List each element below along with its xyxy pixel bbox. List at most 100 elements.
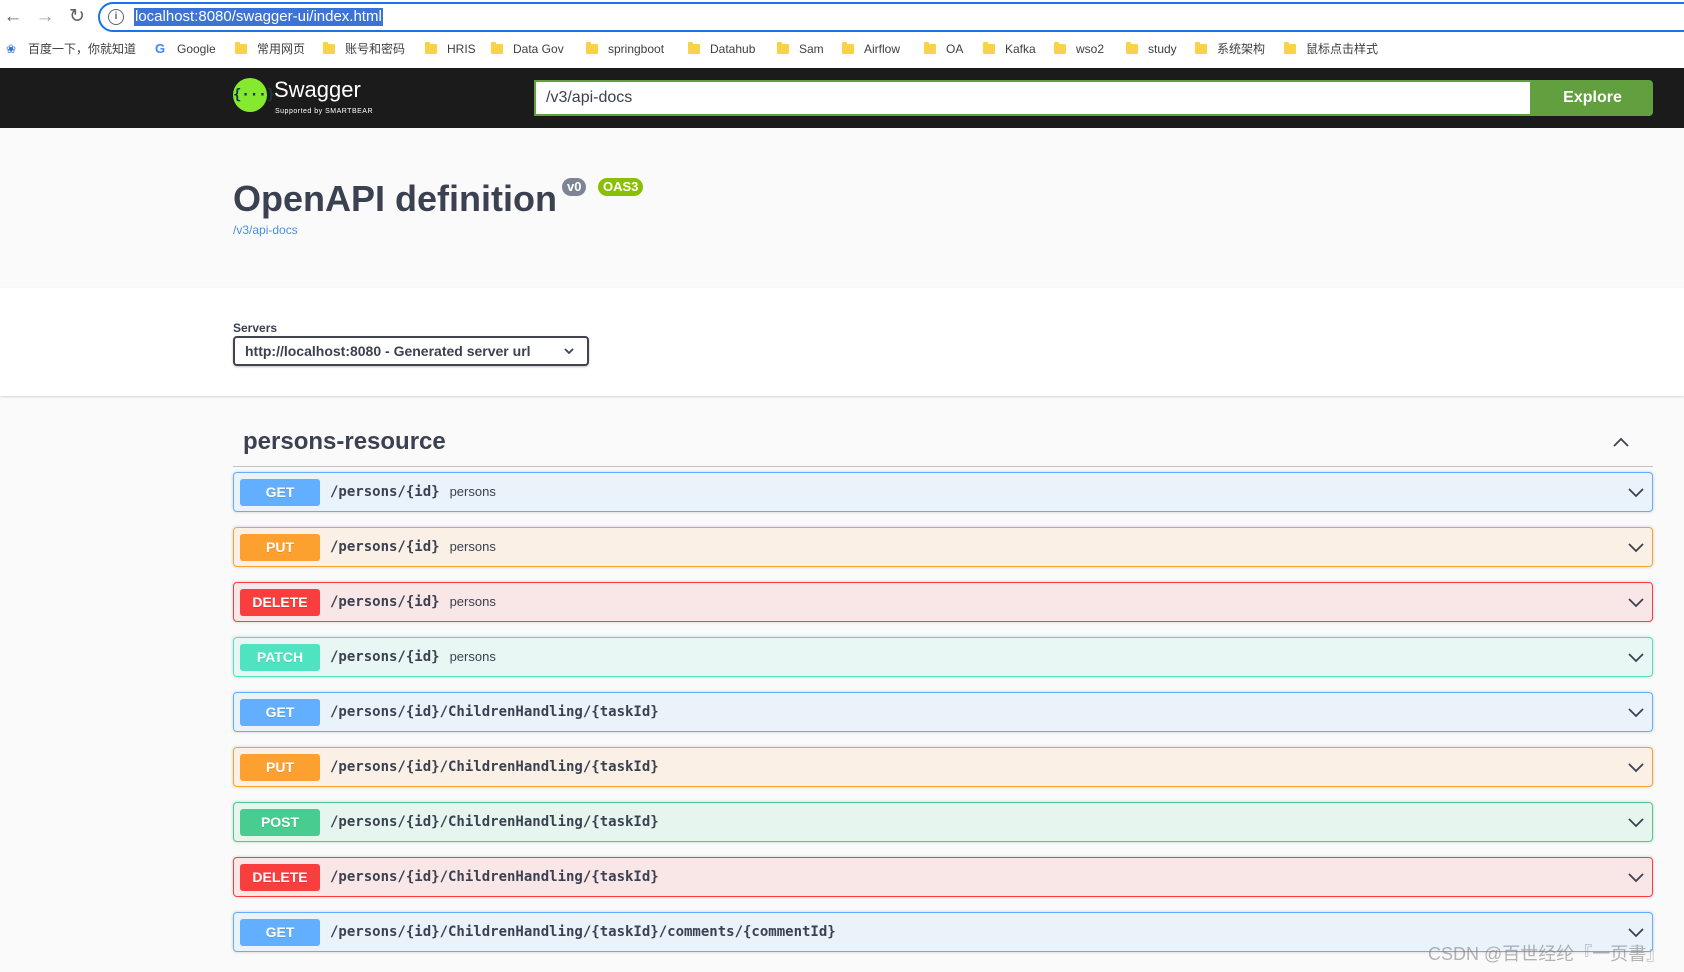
- bookmark-label: Google: [177, 42, 216, 56]
- swagger-logo-text[interactable]: Swagger: [274, 78, 361, 102]
- bookmark-label: Datahub: [710, 42, 756, 56]
- watermark-text: CSDN @百世经纶『一页書』: [1428, 944, 1665, 964]
- folder-icon: [1284, 42, 1296, 54]
- servers-select[interactable]: http://localhost:8080 - Generated server…: [233, 336, 589, 366]
- http-method-badge: GET: [240, 919, 320, 946]
- arrow-right-icon[interactable]: →: [34, 6, 56, 28]
- chevron-down-icon[interactable]: [1626, 757, 1646, 777]
- explore-url-input[interactable]: /v3/api-docs: [534, 80, 1532, 116]
- bookmark-label: 常用网页: [257, 42, 306, 56]
- chevron-down-icon[interactable]: [1626, 592, 1646, 612]
- http-method-badge: PUT: [240, 754, 320, 781]
- browser-chrome: ← → ↻ i localhost:8080/swagger-ui/index.…: [0, 0, 1684, 68]
- operation-delete[interactable]: DELETE/persons/{id} persons: [233, 582, 1653, 622]
- bookmark-label: 账号和密码: [345, 42, 406, 56]
- http-method-badge: PATCH: [240, 644, 320, 671]
- bookmark-item[interactable]: HRIS: [425, 41, 476, 57]
- operation-summary: persons: [449, 649, 496, 664]
- servers-label: Servers: [233, 321, 278, 335]
- address-url[interactable]: localhost:8080/swagger-ui/index.html: [134, 8, 383, 26]
- bookmark-label: springboot: [608, 42, 665, 56]
- operation-put[interactable]: PUT/persons/{id} persons: [233, 527, 1653, 567]
- bookmark-item[interactable]: G Google: [155, 41, 216, 57]
- operation-path: /persons/{id}/ChildrenHandling/{taskId}: [330, 869, 659, 885]
- http-method-badge: POST: [240, 809, 320, 836]
- api-info: OpenAPI definition v0 OAS3 /v3/api-docs: [0, 128, 1684, 288]
- spec-badge: OAS3: [598, 178, 644, 196]
- tag-name: persons-resource: [243, 428, 446, 455]
- bookmark-label: study: [1148, 42, 1177, 56]
- bookmark-item[interactable]: Sam: [777, 41, 824, 57]
- bookmark-item[interactable]: Kafka: [983, 41, 1036, 57]
- operation-path: /persons/{id}: [330, 484, 440, 500]
- bookmark-item[interactable]: OA: [924, 41, 963, 57]
- folder-icon: [842, 42, 854, 54]
- bookmark-label: HRIS: [447, 42, 476, 56]
- bookmark-item[interactable]: 常用网页: [235, 41, 305, 57]
- bookmark-item[interactable]: 系统架构: [1195, 41, 1265, 57]
- arrow-left-icon[interactable]: ←: [2, 6, 24, 28]
- chevron-down-icon[interactable]: [1626, 922, 1646, 942]
- address-bar[interactable]: i localhost:8080/swagger-ui/index.html: [98, 2, 1684, 32]
- folder-icon: [235, 42, 247, 54]
- operation-get[interactable]: GET/persons/{id}/ChildrenHandling/{taskI…: [233, 692, 1653, 732]
- http-method-badge: DELETE: [240, 589, 320, 616]
- chevron-down-icon[interactable]: [1626, 537, 1646, 557]
- operation-path: /persons/{id}: [330, 649, 440, 665]
- operation-delete[interactable]: DELETE/persons/{id}/ChildrenHandling/{ta…: [233, 857, 1653, 897]
- folder-icon: [425, 42, 437, 54]
- swagger-logo-icon[interactable]: {···}: [233, 78, 275, 112]
- bookmark-item[interactable]: Airflow: [842, 41, 900, 57]
- folder-icon: [983, 42, 995, 54]
- chevron-down-icon[interactable]: [1626, 482, 1646, 502]
- operation-summary: persons: [449, 539, 496, 554]
- operation-get[interactable]: GET/persons/{id} persons: [233, 472, 1653, 512]
- info-icon[interactable]: i: [108, 9, 124, 25]
- reload-icon[interactable]: ↻: [66, 6, 88, 28]
- chevron-up-icon[interactable]: [1611, 432, 1631, 452]
- bookmark-item[interactable]: Datahub: [688, 41, 755, 57]
- folder-icon: [586, 42, 598, 54]
- bookmark-item[interactable]: wso2: [1054, 41, 1104, 57]
- bookmarks-bar: ❀ 百度一下，你就知道 G Google 常用网页 账号和密码 HRIS Data Gov sp…: [0, 38, 1684, 60]
- http-method-badge: GET: [240, 479, 320, 506]
- bookmark-item[interactable]: study: [1126, 41, 1177, 57]
- chevron-down-icon[interactable]: [1626, 647, 1646, 667]
- swagger-topbar: {···} Swagger Supported by SMARTBEAR /v3…: [0, 68, 1684, 128]
- chevron-down-icon[interactable]: [1626, 812, 1646, 832]
- folder-icon: [777, 42, 789, 54]
- folder-icon: [688, 42, 700, 54]
- chevron-down-icon[interactable]: [1626, 867, 1646, 887]
- http-method-badge: GET: [240, 699, 320, 726]
- bookmark-label: Sam: [799, 42, 824, 56]
- operation-patch[interactable]: PATCH/persons/{id} persons: [233, 637, 1653, 677]
- bookmark-label: wso2: [1076, 42, 1105, 56]
- operation-path: /persons/{id}: [330, 539, 440, 555]
- servers-section: Servers http://localhost:8080 - Generate…: [0, 288, 1684, 396]
- operation-summary: persons: [449, 484, 496, 499]
- chevron-down-icon[interactable]: [1626, 702, 1646, 722]
- folder-icon: [1054, 42, 1066, 54]
- bookmark-label: Kafka: [1005, 42, 1036, 56]
- tag-header-persons-resource[interactable]: persons-resource: [233, 420, 1653, 467]
- folder-icon: [1126, 42, 1138, 54]
- explore-button[interactable]: Explore: [1532, 80, 1653, 116]
- bookmark-label: Airflow: [864, 42, 901, 56]
- google-icon: G: [155, 41, 166, 56]
- bookmark-item[interactable]: ❀ 百度一下，你就知道: [6, 41, 136, 57]
- bookmark-item[interactable]: Data Gov: [491, 41, 564, 57]
- api-docs-link[interactable]: /v3/api-docs: [233, 223, 298, 237]
- http-method-badge: DELETE: [240, 864, 320, 891]
- bookmark-label: 百度一下，你就知道: [28, 42, 137, 56]
- swagger-logo-sub: Supported by SMARTBEAR: [275, 108, 374, 115]
- paw-icon: ❀: [6, 42, 17, 56]
- operation-put[interactable]: PUT/persons/{id}/ChildrenHandling/{taskI…: [233, 747, 1653, 787]
- operation-post[interactable]: POST/persons/{id}/ChildrenHandling/{task…: [233, 802, 1653, 842]
- operation-summary: persons: [449, 594, 496, 609]
- servers-selected-value: http://localhost:8080 - Generated server…: [245, 343, 531, 359]
- bookmark-item[interactable]: 鼠标点击样式: [1284, 41, 1378, 57]
- version-badge: v0: [562, 178, 587, 196]
- folder-icon: [323, 42, 335, 54]
- bookmark-item[interactable]: springboot: [586, 41, 664, 57]
- bookmark-item[interactable]: 账号和密码: [323, 41, 405, 57]
